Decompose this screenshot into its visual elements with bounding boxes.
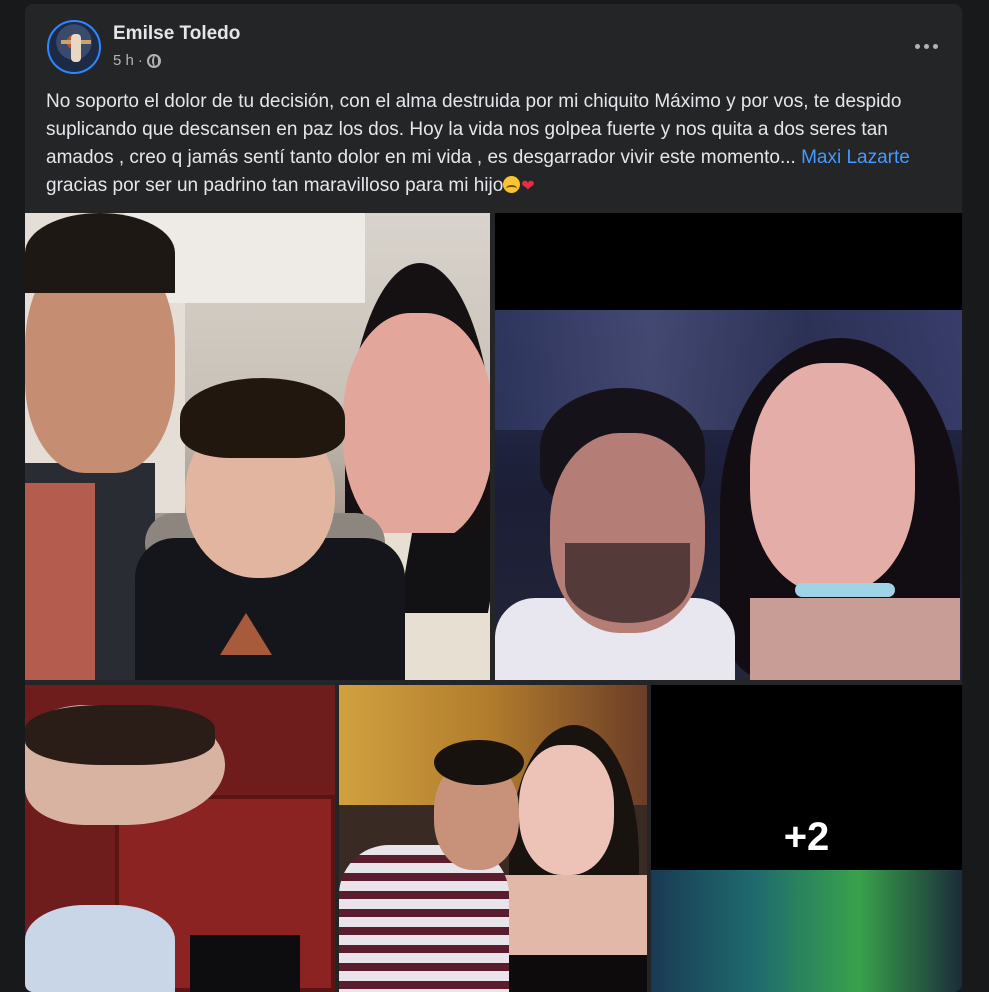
photo-grid: +2 [25,213,962,992]
post-text-body: No soporto el dolor de tu decisión, con … [46,91,902,168]
author-avatar[interactable] [47,20,101,74]
mention-link[interactable]: Maxi Lazarte [801,147,910,168]
post-card: Emilse Toledo 5 h · No soporto el dolor … [25,4,962,992]
meta-separator: · [137,52,143,69]
dot-icon [932,43,938,49]
photo-1[interactable] [25,213,490,680]
photo-5-more[interactable]: +2 [651,685,962,992]
author-name[interactable]: Emilse Toledo [113,23,240,45]
photo-3[interactable] [25,685,335,992]
photo-4[interactable] [339,685,647,992]
dot-icon [923,43,929,49]
photo-2[interactable] [495,213,962,680]
post-text: No soporto el dolor de tu decisión, con … [46,88,951,201]
post-time[interactable]: 5 h [113,52,134,69]
sad-face-emoji-icon [503,176,521,193]
post-meta: 5 h · [113,52,161,69]
globe-icon[interactable] [146,53,161,68]
more-photos-count[interactable]: +2 [651,815,962,860]
more-options-button[interactable] [908,28,944,64]
post-text-tail: gracias por ser un padrino tan maravillo… [46,175,504,196]
heart-emoji-icon: ❤ [521,178,535,195]
dot-icon [914,43,920,49]
